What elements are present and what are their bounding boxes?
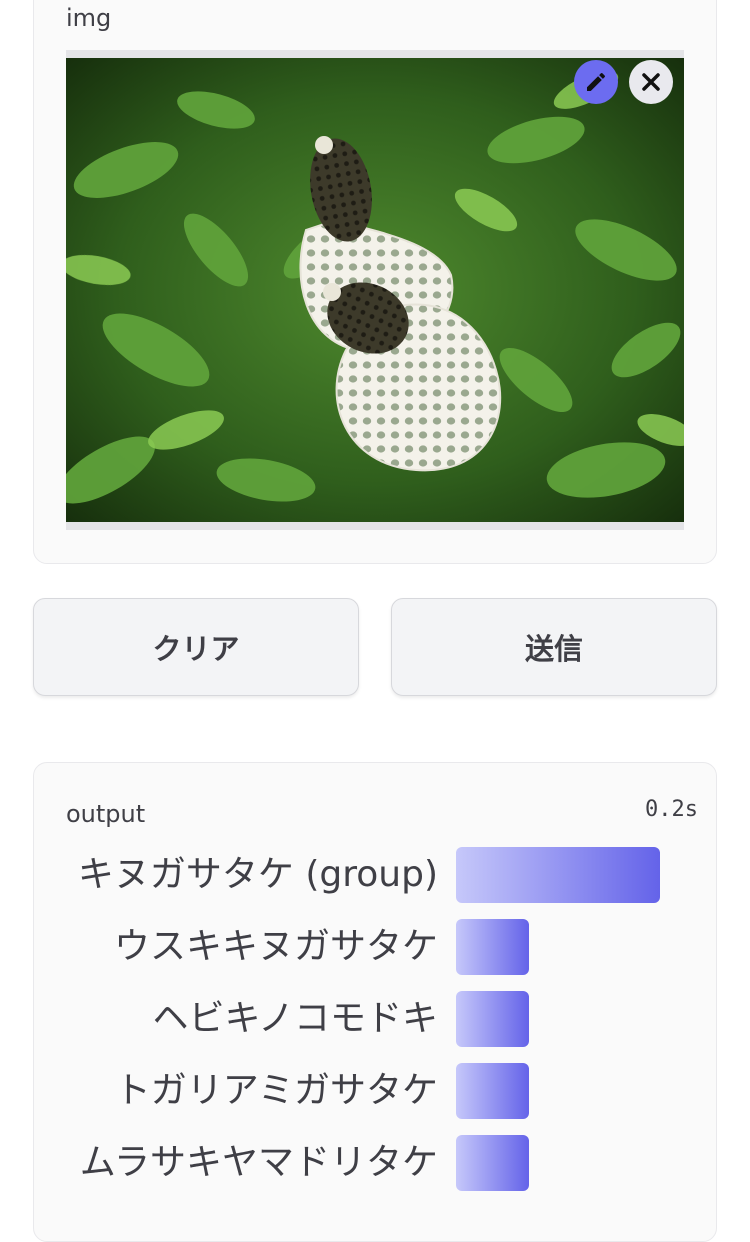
confidence-bar xyxy=(456,1135,529,1191)
pencil-icon[interactable] xyxy=(574,60,618,104)
result-label: ムラサキヤマドリタケ xyxy=(79,1142,438,1183)
mushroom-photo xyxy=(66,58,684,522)
output-label: output xyxy=(66,800,146,828)
timing-badge: 0.2s xyxy=(645,797,698,822)
result-label: トガリアミガサタケ xyxy=(114,1070,438,1111)
result-row: トガリアミガサタケ xyxy=(40,1063,680,1119)
close-icon[interactable] xyxy=(629,60,673,104)
image-input-label: img xyxy=(66,4,112,32)
result-label: ウスキキヌガサタケ xyxy=(113,926,438,967)
result-row: ウスキキヌガサタケ xyxy=(40,919,680,975)
result-row: ヘビキノコモドキ xyxy=(40,991,680,1047)
confidence-bar xyxy=(456,1063,529,1119)
result-label: ヘビキノコモドキ xyxy=(152,998,438,1039)
clear-button[interactable]: クリア xyxy=(33,598,359,696)
result-row: ムラサキヤマドリタケ xyxy=(40,1135,680,1191)
confidence-bar xyxy=(456,991,529,1047)
confidence-bar xyxy=(456,847,660,903)
result-row: キヌガサタケ (group) xyxy=(40,847,680,903)
submit-button[interactable]: 送信 xyxy=(391,598,717,696)
uploaded-image[interactable] xyxy=(66,50,684,530)
confidence-bar xyxy=(456,919,529,975)
result-label: キヌガサタケ (group) xyxy=(77,854,438,895)
